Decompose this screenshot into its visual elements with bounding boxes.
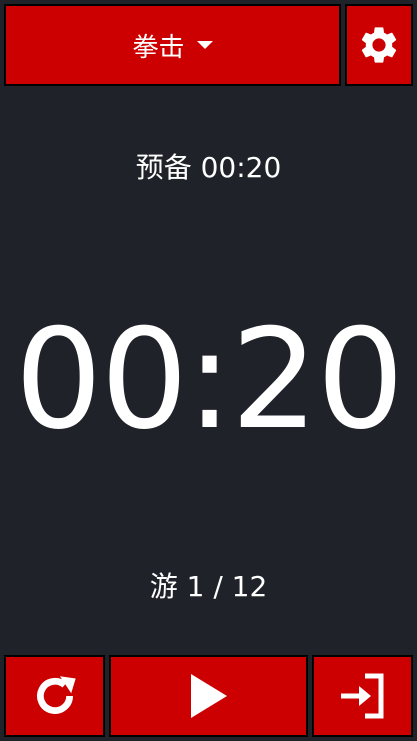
round-counter: 游 1 / 12	[149, 570, 268, 603]
mode-dropdown[interactable]: 拳击	[4, 4, 341, 86]
play-button[interactable]	[109, 655, 308, 737]
exit-button[interactable]	[312, 655, 413, 737]
reset-button[interactable]	[4, 655, 105, 737]
mode-label: 拳击	[132, 32, 185, 63]
refresh-icon	[36, 676, 76, 714]
play-icon	[190, 674, 227, 718]
caret-down-icon	[196, 41, 213, 49]
exit-icon	[340, 673, 383, 719]
timer-screen: 拳击 预备 00:20 00:20 游 1 / 12	[0, 0, 417, 741]
settings-button[interactable]	[345, 4, 413, 86]
prep-countdown: 预备 00:20	[135, 151, 282, 184]
main-timer: 00:20	[14, 299, 405, 460]
gear-icon	[361, 27, 397, 63]
